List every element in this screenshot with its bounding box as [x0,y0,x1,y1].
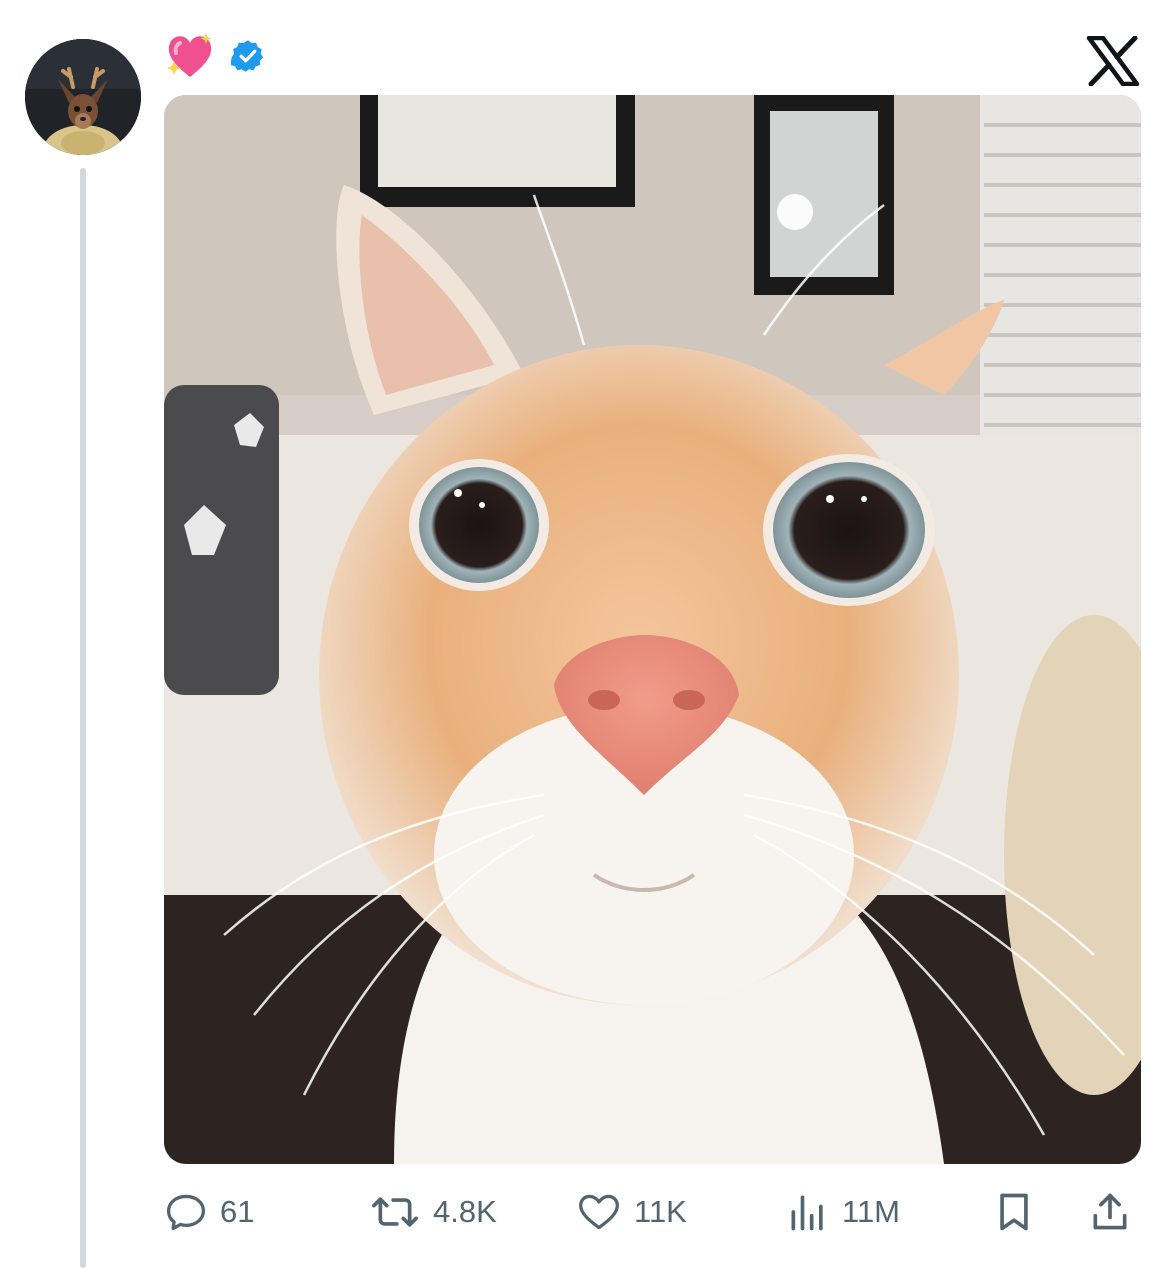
tweet-action-bar: 61 4.8K 11K 11M [164,1182,1144,1242]
heart-icon [576,1190,622,1234]
tweet-media-photo[interactable] [164,95,1141,1164]
reply-bubble-icon [164,1190,208,1234]
analytics-bars-icon [786,1190,830,1234]
reply-count: 61 [220,1194,255,1229]
thread-line [80,168,86,1268]
share-upload-icon [1088,1190,1132,1234]
like-count: 11K [634,1194,687,1229]
tweet-header [164,30,266,86]
author-avatar[interactable] [25,39,141,155]
verified-badge-icon [230,38,266,79]
bookmark-button[interactable] [992,1182,1036,1242]
views-count: 11M [842,1194,901,1229]
cat-photo [164,95,1141,1164]
repost-count: 4.8K [433,1194,497,1229]
share-button[interactable] [1088,1182,1132,1242]
like-button[interactable]: 11K [576,1182,687,1242]
reply-button[interactable]: 61 [164,1182,254,1242]
repost-arrows-icon [369,1190,421,1234]
views-button[interactable]: 11M [786,1182,900,1242]
sparkling-heart-emoji [164,31,216,86]
bookmark-icon [992,1190,1036,1234]
repost-button[interactable]: 4.8K [369,1182,497,1242]
avatar-image [25,39,141,155]
x-logo-icon[interactable] [1086,35,1140,87]
